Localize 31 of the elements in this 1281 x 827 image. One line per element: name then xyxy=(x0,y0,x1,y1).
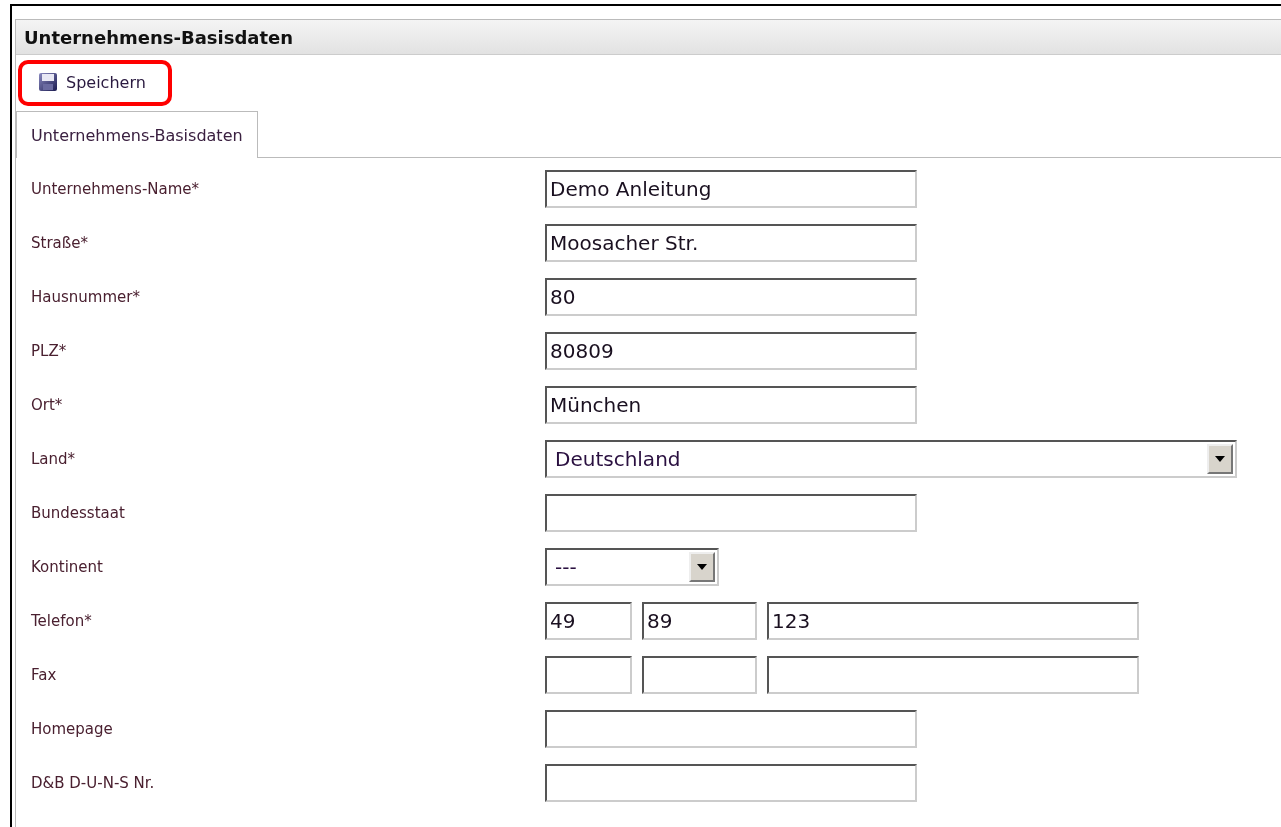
field-label: Ort* xyxy=(30,396,64,414)
field-label: Telefon* xyxy=(30,612,93,630)
field-label: Bundesstaat xyxy=(30,504,126,522)
field-label: Hausnummer* xyxy=(30,288,141,306)
input-field[interactable]: 89 xyxy=(642,602,757,640)
input-field[interactable] xyxy=(545,710,917,748)
save-button[interactable]: Speichern xyxy=(36,70,148,94)
input-field[interactable]: Moosacher Str. xyxy=(545,224,917,262)
select-field[interactable]: Deutschland xyxy=(545,440,1237,478)
field-label: Kontinent xyxy=(30,558,104,576)
field-label: Homepage xyxy=(30,720,114,738)
input-field[interactable]: 80 xyxy=(545,278,917,316)
field-label: Straße* xyxy=(30,234,89,252)
input-field[interactable] xyxy=(545,656,632,694)
input-field[interactable]: 80809 xyxy=(545,332,917,370)
input-field[interactable] xyxy=(545,764,917,802)
select-field[interactable]: --- xyxy=(545,548,719,586)
tab[interactable]: Unternehmens-Basisdaten xyxy=(16,111,258,158)
field-label: PLZ* xyxy=(30,342,68,360)
field-label: Unternehmens-Name* xyxy=(30,180,201,198)
input-field[interactable] xyxy=(767,656,1139,694)
panel-title: Unternehmens-Basisdaten xyxy=(24,26,294,48)
field-label: Fax xyxy=(30,666,58,684)
input-field[interactable] xyxy=(545,494,917,532)
input-field[interactable]: 123 xyxy=(767,602,1139,640)
input-field[interactable] xyxy=(642,656,757,694)
input-field[interactable]: München xyxy=(545,386,917,424)
field-label: D&B D-U-N-S Nr. xyxy=(30,774,156,792)
field-label: Land* xyxy=(30,450,77,468)
input-field[interactable]: Demo Anleitung xyxy=(545,170,917,208)
input-field[interactable]: 49 xyxy=(545,602,632,640)
